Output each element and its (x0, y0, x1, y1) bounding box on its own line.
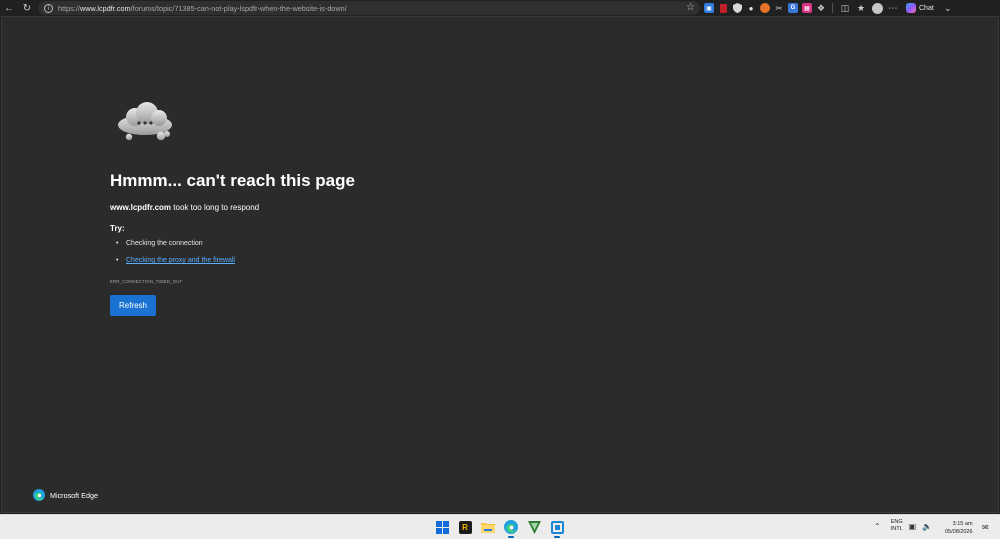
lang-code: ENG (890, 519, 903, 525)
app-blue-window-icon[interactable] (549, 519, 565, 538)
browser-brand: Microsoft Edge (33, 489, 98, 501)
extension-pink-icon[interactable]: ▦ (802, 3, 812, 13)
favorite-star-icon[interactable]: ☆ (686, 1, 695, 15)
site-info-icon[interactable]: i (44, 3, 53, 13)
error-subtitle: www.lcpdfr.com took too long to respond (110, 203, 259, 212)
list-item: • Checking the connection (116, 240, 235, 257)
error-subtitle-suffix: took too long to respond (171, 203, 260, 212)
cloud-error-icon (118, 102, 172, 141)
edge-taskbar-icon[interactable] (503, 519, 519, 538)
volume-icon[interactable]: 🔈 (922, 522, 932, 531)
taskbar: R ⌃ ENG INTL ▣ 🔈 3:15 am 05/08/2026 ✉ (0, 514, 1000, 539)
error-host: www.lcpdfr.com (110, 203, 172, 212)
url-text[interactable]: https://www.lcpdfr.com/forums/topic/7138… (58, 4, 347, 13)
error-code: ERR_CONNECTION_TIMED_OUT (110, 279, 183, 284)
edge-icon (33, 489, 45, 501)
address-bar[interactable]: i https://www.lcpdfr.com/forums/topic/71… (38, 1, 700, 15)
extensions-bar: ▣ ● ✂ G ▦ ❖ ◫ ★ ⋯ Chat ⌄ (704, 1, 954, 15)
lang-layout: INTL (890, 526, 903, 532)
list-item: • Checking the proxy and the firewall (116, 257, 235, 274)
bullet: • (116, 257, 119, 264)
back-arrow-icon[interactable]: ← (0, 0, 18, 16)
reload-icon[interactable]: ↻ (18, 0, 36, 16)
extension-red-icon[interactable] (718, 3, 728, 13)
vim-app-icon[interactable] (526, 519, 542, 535)
profile-avatar[interactable] (871, 2, 883, 14)
copilot-icon (906, 3, 916, 13)
bullet: • (116, 240, 119, 247)
toolbar-separator (832, 3, 833, 13)
avatar (871, 2, 883, 14)
tip-connection: Checking the connection (126, 240, 203, 247)
error-page: Hmmm... can't reach this page www.lcpdfr… (1, 16, 999, 513)
chat-button[interactable]: Chat (906, 3, 934, 13)
shield-icon[interactable] (732, 3, 742, 13)
favorites-icon[interactable]: ★ (855, 2, 867, 14)
notification-icon[interactable]: ✉ (982, 523, 991, 532)
language-indicator[interactable]: ENG INTL (891, 519, 903, 533)
file-explorer-icon[interactable] (480, 519, 496, 535)
browser-toolbar: ← ↻ i https://www.lcpdfr.com/forums/topi… (0, 0, 1000, 16)
system-tray: ⌃ ENG INTL ▣ 🔈 (874, 519, 932, 533)
tip-proxy-firewall-link[interactable]: Checking the proxy and the firewall (126, 257, 235, 264)
extension-blue-icon[interactable]: ▣ (704, 3, 714, 13)
drop-icon[interactable]: ● (746, 3, 756, 13)
brand-name: Microsoft Edge (50, 490, 98, 500)
collections-icon[interactable]: ◫ (839, 2, 851, 14)
url-prefix: https:// (58, 3, 80, 13)
translate-icon[interactable]: G (788, 3, 798, 13)
url-path: /forums/topic/71385-can-not-play-lspdfr-… (130, 3, 347, 13)
error-title: Hmmm... can't reach this page (110, 171, 355, 190)
windows-start-icon[interactable] (434, 519, 450, 535)
network-icon[interactable]: ▣ (909, 522, 917, 531)
app-dark-icon[interactable]: R (457, 519, 473, 535)
taskbar-apps: R (434, 519, 565, 538)
chevron-down-icon[interactable]: ⌄ (942, 2, 954, 14)
taskbar-clock[interactable]: 3:15 am 05/08/2026 (945, 520, 973, 536)
extension-puzzle-icon[interactable]: ❖ (816, 3, 826, 13)
extension-orange-icon[interactable] (760, 3, 770, 13)
try-label: Try: (110, 224, 125, 233)
more-icon[interactable]: ⋯ (887, 2, 899, 14)
url-host: www.lcpdfr.com (79, 3, 131, 13)
chat-label: Chat (919, 4, 934, 12)
scissors-icon[interactable]: ✂ (774, 3, 784, 13)
refresh-button[interactable]: Refresh (110, 295, 156, 316)
clock-time: 3:15 am (952, 521, 973, 527)
chevron-up-icon[interactable]: ⌃ (874, 522, 881, 531)
tips-list: • Checking the connection • Checking the p… (116, 240, 235, 274)
clock-date: 05/08/2026 (945, 529, 973, 535)
